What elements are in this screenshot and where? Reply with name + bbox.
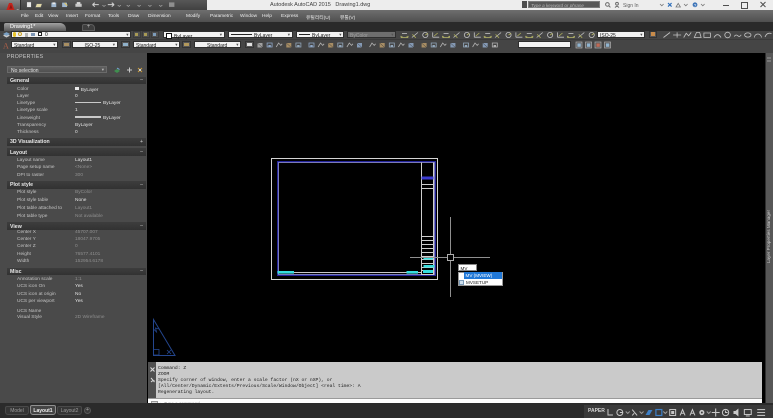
svg-text:?: ? <box>694 3 697 8</box>
svg-text:Sign In: Sign In <box>623 3 639 9</box>
svg-text:A: A <box>3 41 9 49</box>
